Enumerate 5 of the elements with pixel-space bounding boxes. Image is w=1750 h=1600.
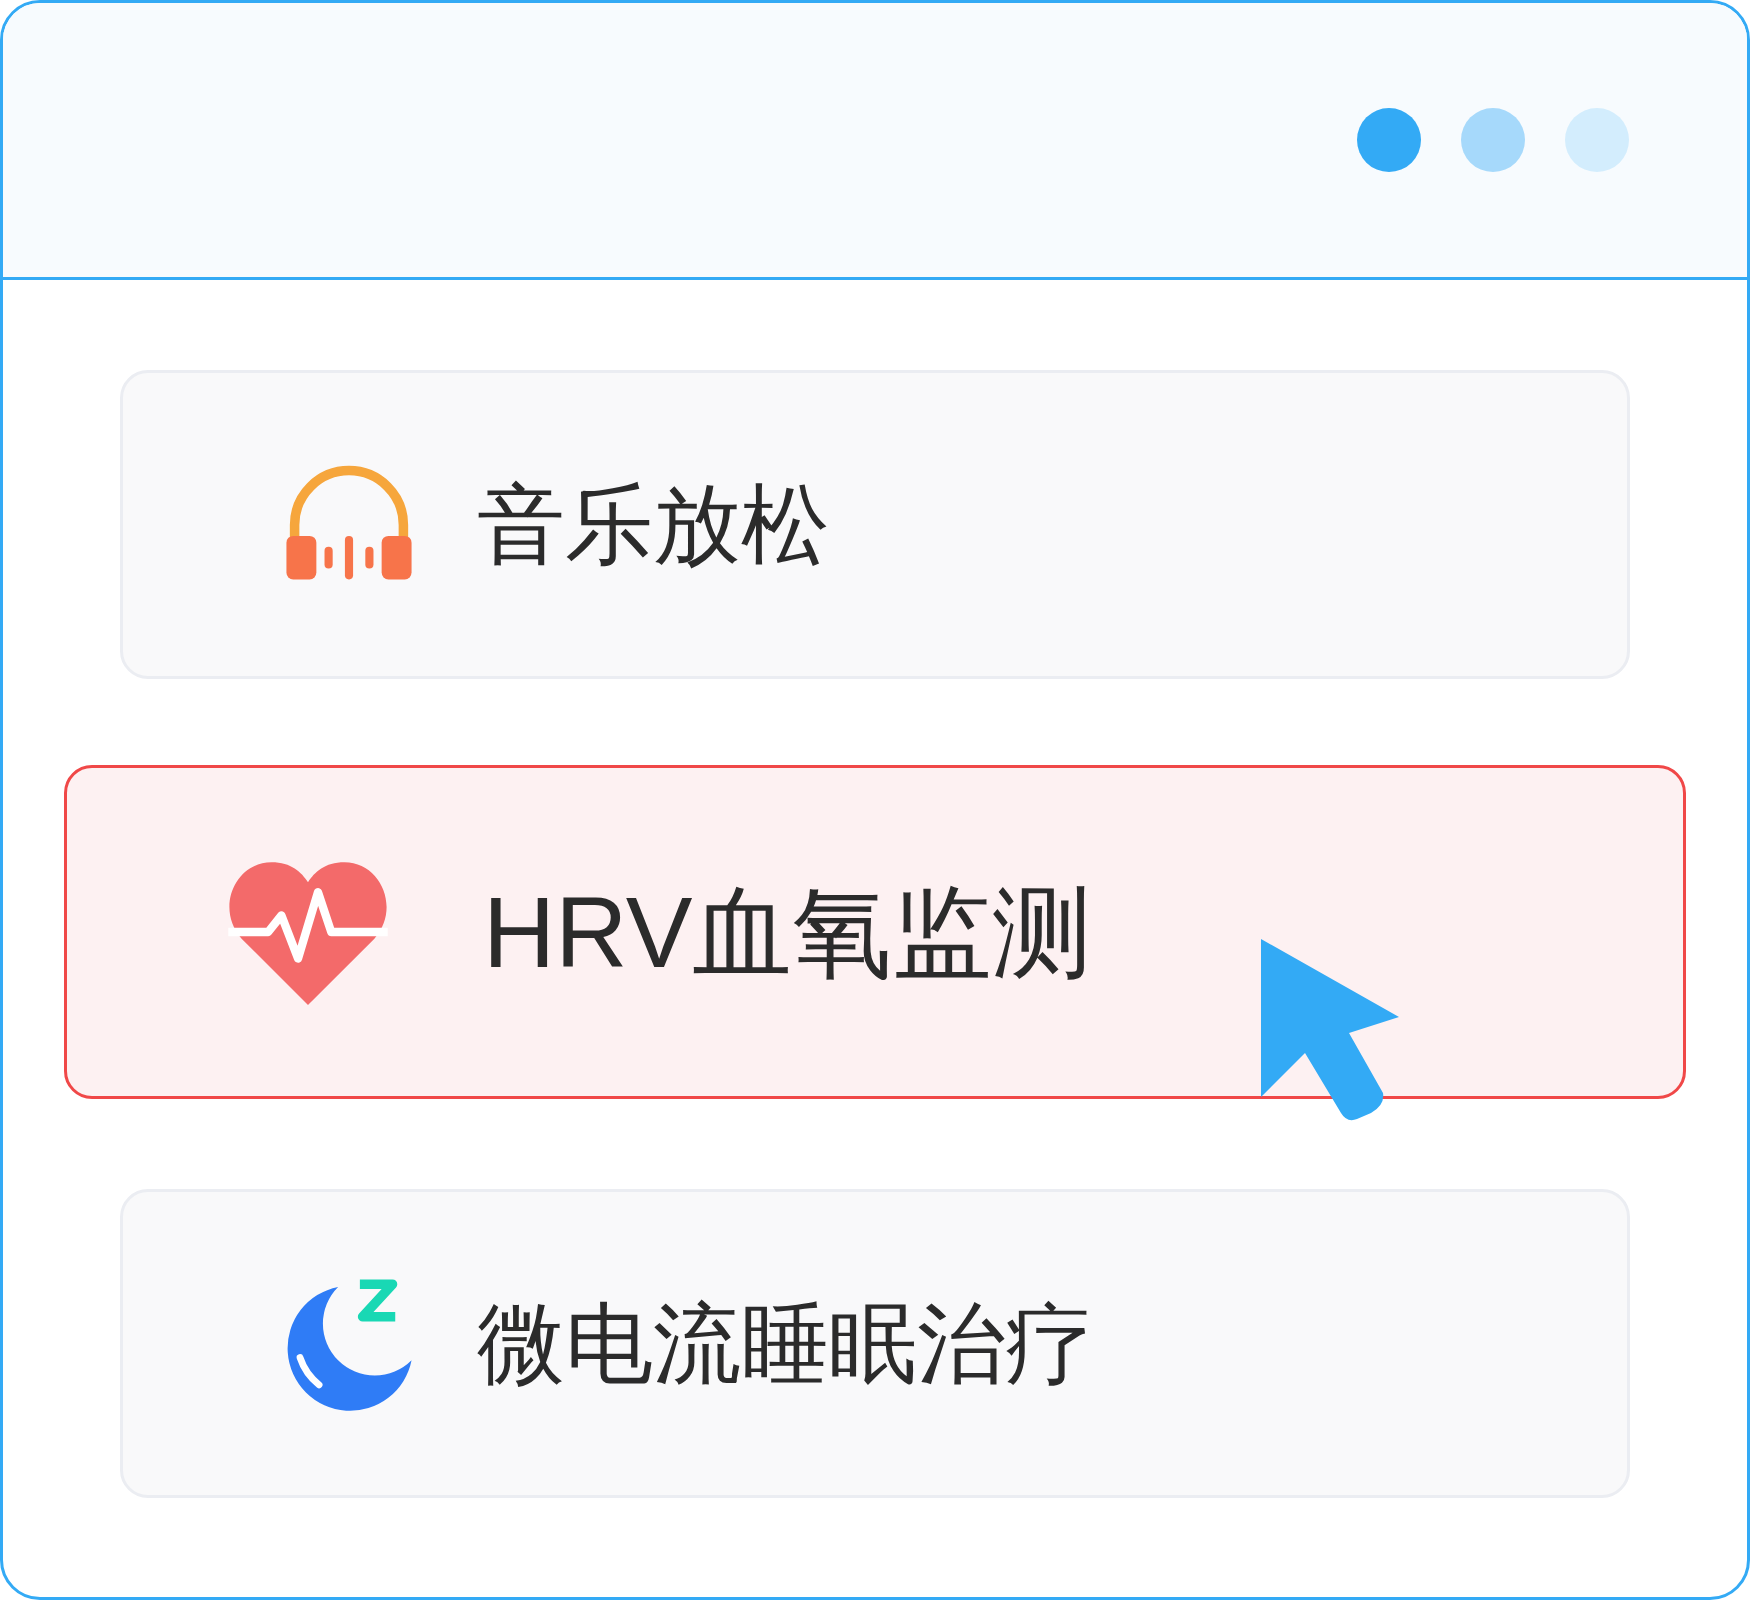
menu-item-label: 音乐放松 bbox=[477, 473, 829, 576]
menu-item-label: HRV血氧监测 bbox=[483, 875, 1093, 990]
menu-item[interactable]: 微电流睡眠治疗 bbox=[120, 1189, 1630, 1498]
menu-item[interactable]: 音乐放松 bbox=[120, 370, 1630, 679]
menu-item-label: 微电流睡眠治疗 bbox=[477, 1292, 1093, 1395]
